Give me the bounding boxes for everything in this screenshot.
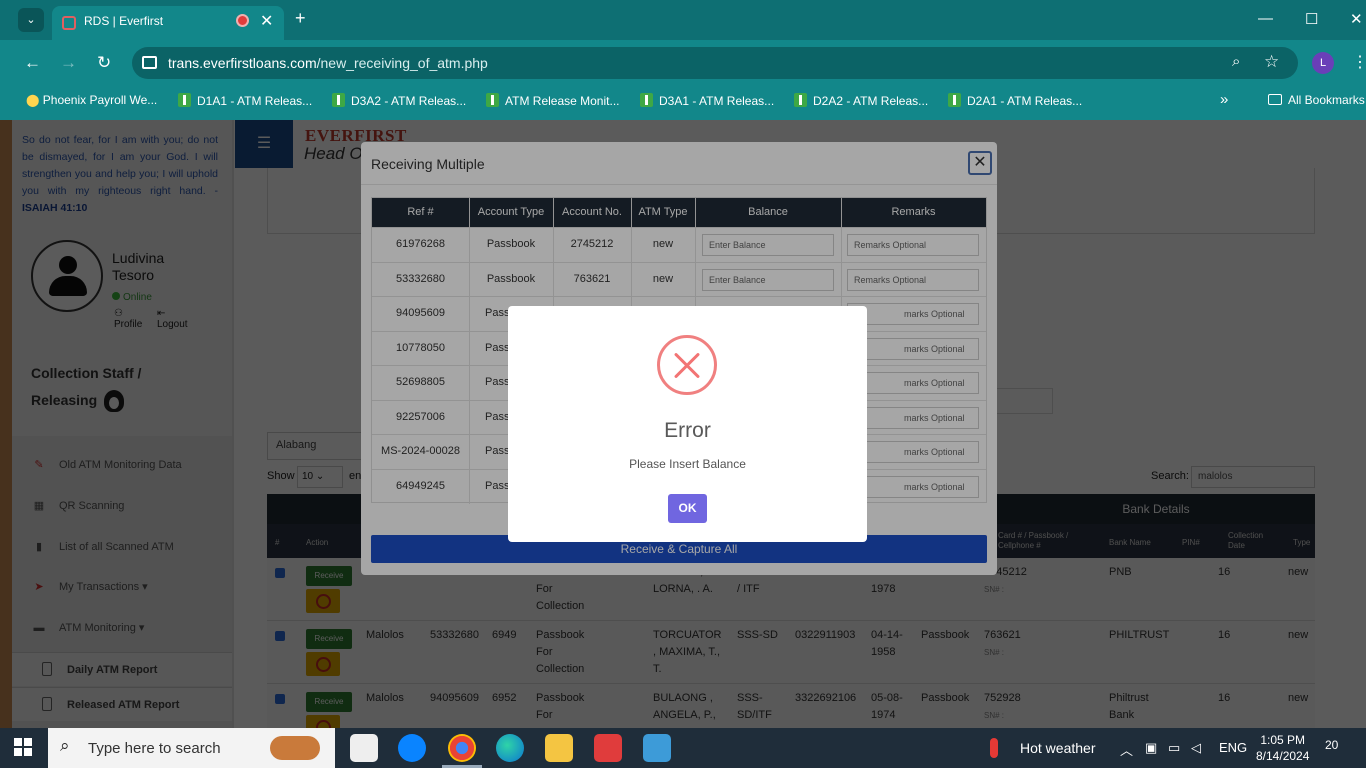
reload-icon[interactable]: ↻	[97, 53, 111, 73]
error-alert: Error Please Insert Balance OK	[508, 306, 867, 542]
language-indicator[interactable]: ENG	[1219, 740, 1247, 755]
error-x-icon	[657, 335, 717, 395]
menu-kebab-icon[interactable]: ⋮	[1352, 52, 1366, 72]
new-tab-button[interactable]: +	[295, 8, 306, 29]
alert-message: Please Insert Balance	[629, 457, 746, 471]
tray-chevron-icon[interactable]: ︿	[1120, 740, 1133, 759]
windows-start-icon[interactable]	[14, 738, 32, 756]
sheets-icon	[948, 93, 961, 107]
search-highlight-image	[270, 736, 320, 760]
windows-taskbar: ⌕ Type here to search Hot weather ︿ ▣ ▭ …	[0, 728, 1366, 768]
bookmarks-bar: ⬤ Phoenix Payroll We... D1A1 - ATM Relea…	[0, 86, 1366, 120]
tab-favicon-icon	[62, 16, 76, 30]
network-icon[interactable]: ▭	[1168, 740, 1180, 756]
camera-app-icon[interactable]	[350, 734, 378, 762]
thermometer-icon[interactable]	[990, 738, 998, 758]
zoom-icon[interactable]: ⌕	[1232, 53, 1240, 70]
bookmark-item[interactable]: D2A2 - ATM Releas...	[794, 93, 928, 108]
window-close-icon[interactable]: ✕	[1350, 10, 1363, 28]
all-bookmarks-button[interactable]: All Bookmarks	[1268, 93, 1365, 107]
taskbar-search[interactable]: ⌕ Type here to search	[48, 728, 335, 768]
bookmark-item[interactable]: D3A1 - ATM Releas...	[640, 93, 774, 108]
tab-search-button[interactable]: ⌄	[18, 8, 44, 32]
sheets-icon	[794, 93, 807, 107]
site-info-icon[interactable]	[142, 56, 157, 69]
sheets-icon	[486, 93, 499, 107]
recording-icon	[236, 14, 249, 27]
sheets-icon	[332, 93, 345, 107]
bookmark-star-icon[interactable]: ☆	[1264, 52, 1279, 72]
alert-title: Error	[664, 419, 711, 442]
tab-strip: ⌄ RDS | Everfirst ✕ + — ☐ ✕	[0, 0, 1366, 40]
search-icon: ⌕	[60, 736, 70, 755]
meet-icon[interactable]: ▣	[1145, 740, 1157, 756]
active-tab[interactable]: RDS | Everfirst ✕	[52, 6, 284, 40]
bookmark-item[interactable]: D2A1 - ATM Releas...	[948, 93, 1082, 108]
bookmark-item[interactable]: D3A2 - ATM Releas...	[332, 93, 466, 108]
volume-muted-icon[interactable]: ◁	[1191, 740, 1201, 756]
ok-button[interactable]: OK	[668, 494, 707, 523]
notification-count[interactable]: 20	[1325, 738, 1338, 752]
edge-icon[interactable]	[496, 734, 524, 762]
sheets-icon	[178, 93, 191, 107]
sheets-icon	[640, 93, 653, 107]
tab-close-icon[interactable]: ✕	[260, 11, 273, 31]
back-icon[interactable]: ←	[24, 53, 41, 73]
tab-title: RDS | Everfirst	[84, 14, 164, 28]
file-explorer-icon[interactable]	[545, 734, 573, 762]
bookmark-item[interactable]: D1A1 - ATM Releas...	[178, 93, 312, 108]
bookmark-item[interactable]: ⬤ Phoenix Payroll We...	[26, 93, 157, 107]
minimize-icon[interactable]: —	[1258, 10, 1273, 27]
clock[interactable]: 1:05 PM 8/14/2024	[1256, 732, 1309, 764]
anydesk-icon[interactable]	[594, 734, 622, 762]
chrome-icon[interactable]	[448, 734, 476, 762]
forward-icon[interactable]: →	[60, 53, 77, 73]
weather-text[interactable]: Hot weather	[1020, 740, 1095, 756]
app-icon[interactable]	[643, 734, 671, 762]
url-text[interactable]: trans.everfirstloans.com/new_receiving_o…	[168, 55, 488, 71]
more-bookmarks-icon[interactable]: »	[1220, 91, 1228, 108]
address-bar[interactable]: trans.everfirstloans.com/new_receiving_o…	[132, 47, 1298, 79]
skype-icon[interactable]	[398, 734, 426, 762]
search-placeholder: Type here to search	[88, 740, 221, 757]
profile-avatar[interactable]: L	[1312, 52, 1334, 74]
bookmark-item[interactable]: ATM Release Monit...	[486, 93, 619, 108]
maximize-icon[interactable]: ☐	[1305, 10, 1318, 28]
